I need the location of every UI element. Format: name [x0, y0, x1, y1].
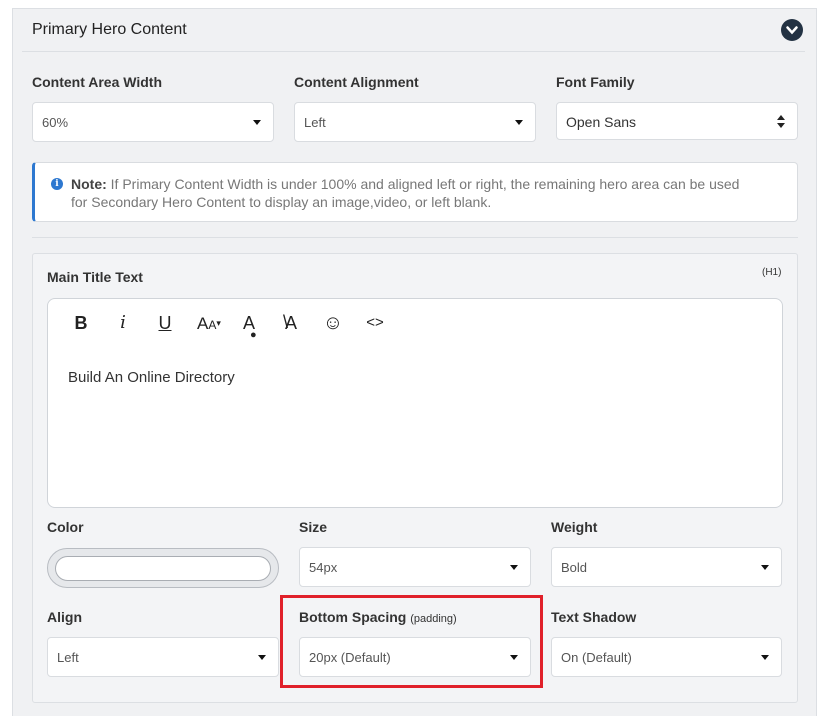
code-view-icon[interactable]: <>	[362, 311, 388, 335]
caret-down-icon	[761, 655, 769, 660]
editor-content[interactable]: Build An Online Directory	[68, 369, 235, 386]
note-bold: Note:	[71, 176, 107, 192]
caret-down-icon	[253, 120, 261, 125]
weight-label: Weight	[551, 519, 598, 535]
section-title: Primary Hero Content	[32, 21, 187, 38]
font-size-icon[interactable]: AA▾	[192, 311, 226, 335]
color-swatch	[55, 556, 271, 581]
divider	[32, 237, 798, 238]
color-label: Color	[47, 519, 84, 535]
caret-down-icon	[258, 655, 266, 660]
align-select[interactable]: Left	[47, 637, 279, 677]
note-box: i Note: If Primary Content Width is unde…	[32, 162, 798, 222]
size-label: Size	[299, 519, 328, 535]
collapse-button[interactable]	[781, 19, 803, 41]
main-title-label: Main Title Text	[47, 269, 143, 285]
caret-down-icon	[761, 565, 769, 570]
italic-icon[interactable]: i	[112, 311, 134, 335]
emoji-icon[interactable]: ☺	[322, 311, 344, 335]
content-alignment-label: Content Alignment	[294, 74, 419, 90]
rich-text-editor[interactable]: B i U AA▾ A ● A \ ☺ <> Build An Online Dir…	[47, 298, 783, 508]
font-family-label: Font Family	[556, 74, 635, 90]
caret-down-icon	[510, 565, 518, 570]
note-text: Note: If Primary Content Width is under …	[71, 174, 791, 195]
info-icon: i	[51, 178, 63, 190]
text-color-icon[interactable]: A ●	[238, 311, 260, 341]
color-picker-input[interactable]	[47, 548, 279, 588]
sort-arrows-icon	[777, 115, 785, 129]
heading-tag: (H1)	[762, 267, 782, 278]
text-shadow-label: Text Shadow	[551, 609, 637, 625]
text-shadow-select[interactable]: On (Default)	[551, 637, 782, 677]
caret-down-icon	[515, 120, 523, 125]
content-width-label: Content Area Width	[32, 74, 163, 90]
content-alignment-select[interactable]: Left	[294, 102, 536, 142]
align-label: Align	[47, 609, 82, 625]
clear-format-icon[interactable]: A \	[280, 311, 302, 335]
section-header: Primary Hero Content	[22, 8, 805, 52]
content-width-select[interactable]: 60%	[32, 102, 274, 142]
font-family-select[interactable]: Open Sans	[556, 102, 798, 140]
note-line2: for Secondary Hero Content to display an…	[71, 194, 492, 210]
note-line1: If Primary Content Width is under 100% a…	[106, 176, 740, 192]
chevron-down-icon	[786, 26, 798, 35]
size-select[interactable]: 54px	[299, 547, 531, 587]
bold-icon[interactable]: B	[70, 311, 92, 335]
highlight-box	[280, 595, 543, 688]
underline-icon[interactable]: U	[154, 311, 176, 335]
weight-select[interactable]: Bold	[551, 547, 782, 587]
